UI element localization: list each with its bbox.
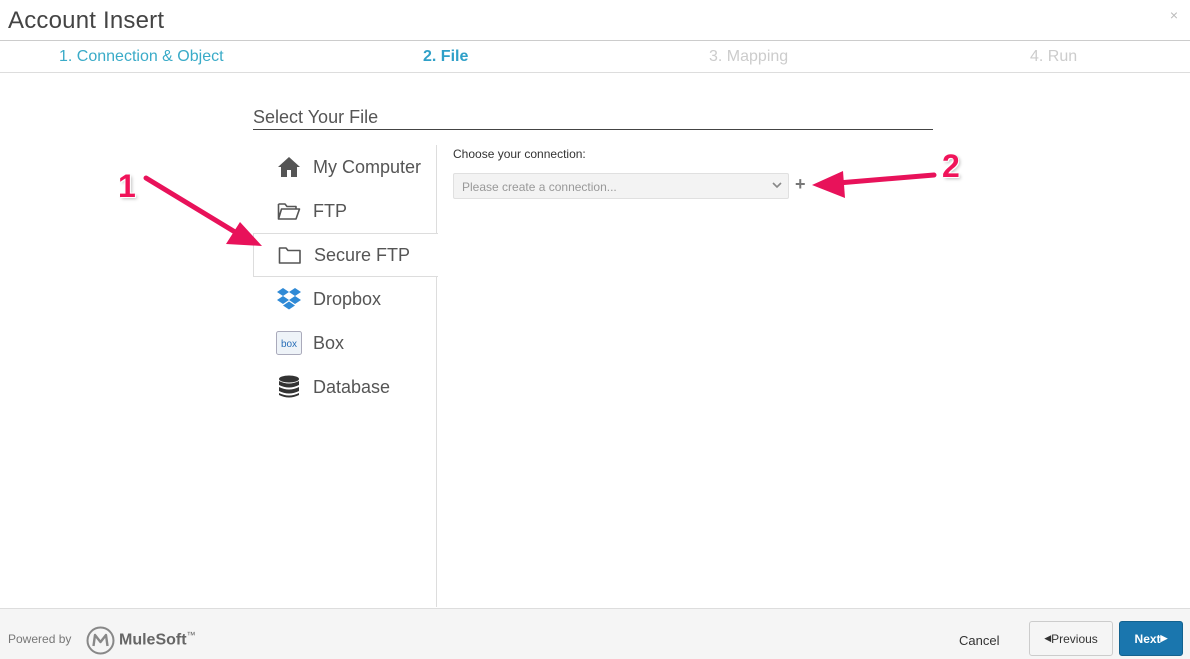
file-source-list: My Computer FTP Secure FTP Dropbox box B… — [253, 145, 438, 607]
source-box[interactable]: box Box — [253, 321, 437, 365]
wizard-dialog: Account Insert × 1. Connection & Object … — [0, 0, 1190, 659]
wizard-steps: 1. Connection & Object 2. File 3. Mappin… — [0, 41, 1190, 73]
cancel-button[interactable]: Cancel — [959, 633, 999, 648]
box-icon: box — [276, 330, 302, 356]
source-label: Box — [313, 332, 345, 353]
annotation-label-2: 2 — [942, 148, 960, 184]
chevron-down-icon — [772, 182, 782, 189]
step-mapping: 3. Mapping — [709, 48, 789, 65]
trademark: ™ — [186, 630, 196, 640]
annotation-arrows — [143, 171, 937, 246]
annotation-arrow-2 — [812, 171, 937, 198]
source-dropbox[interactable]: Dropbox — [253, 277, 437, 321]
add-connection-button[interactable]: + — [795, 174, 806, 195]
connection-label: Choose your connection: — [453, 147, 586, 161]
folder-open-icon — [276, 198, 302, 224]
folder-icon — [277, 242, 303, 268]
home-icon — [276, 154, 302, 180]
connection-select-value: Please create a connection... — [462, 180, 617, 194]
next-button[interactable]: Next ▶ — [1119, 621, 1183, 656]
source-label: Secure FTP — [314, 244, 411, 265]
step-run: 4. Run — [1030, 48, 1078, 65]
next-label: Next — [1134, 631, 1161, 646]
previous-button[interactable]: ◀ Previous — [1029, 621, 1113, 656]
previous-label: Previous — [1051, 631, 1098, 646]
step-connection-object[interactable]: 1. Connection & Object — [59, 48, 224, 66]
source-label: Dropbox — [313, 288, 382, 309]
dialog-title: Account Insert — [8, 7, 165, 34]
connection-select[interactable]: Please create a connection... — [453, 173, 789, 199]
caret-right-icon: ▶ — [1160, 633, 1168, 643]
source-ftp[interactable]: FTP — [253, 189, 437, 233]
source-secure-ftp[interactable]: Secure FTP — [253, 233, 438, 277]
mulesoft-logo-icon — [86, 626, 115, 655]
dialog-footer: Powered by MuleSoft™ Cancel ◀ Previous Ne… — [0, 608, 1190, 659]
close-icon[interactable]: × — [1170, 7, 1178, 23]
source-label: My Computer — [313, 156, 422, 177]
source-database[interactable]: Database — [253, 365, 437, 409]
source-label: Database — [313, 376, 391, 397]
powered-by-text: Powered by — [8, 632, 72, 646]
mulesoft-brand: MuleSoft™ — [119, 630, 196, 649]
annotation-label-1: 1 — [118, 168, 136, 204]
database-icon — [276, 374, 302, 400]
svg-text:box: box — [281, 339, 297, 350]
section-divider — [253, 129, 933, 130]
dropbox-icon — [276, 286, 302, 312]
section-title: Select Your File — [253, 107, 379, 127]
brand-name: MuleSoft — [119, 631, 187, 649]
step-file[interactable]: 2. File — [423, 48, 468, 66]
source-label: FTP — [313, 200, 347, 221]
annotation-arrow-1 — [143, 175, 262, 246]
source-my-computer[interactable]: My Computer — [253, 145, 437, 189]
caret-left-icon: ◀ — [1044, 633, 1052, 643]
